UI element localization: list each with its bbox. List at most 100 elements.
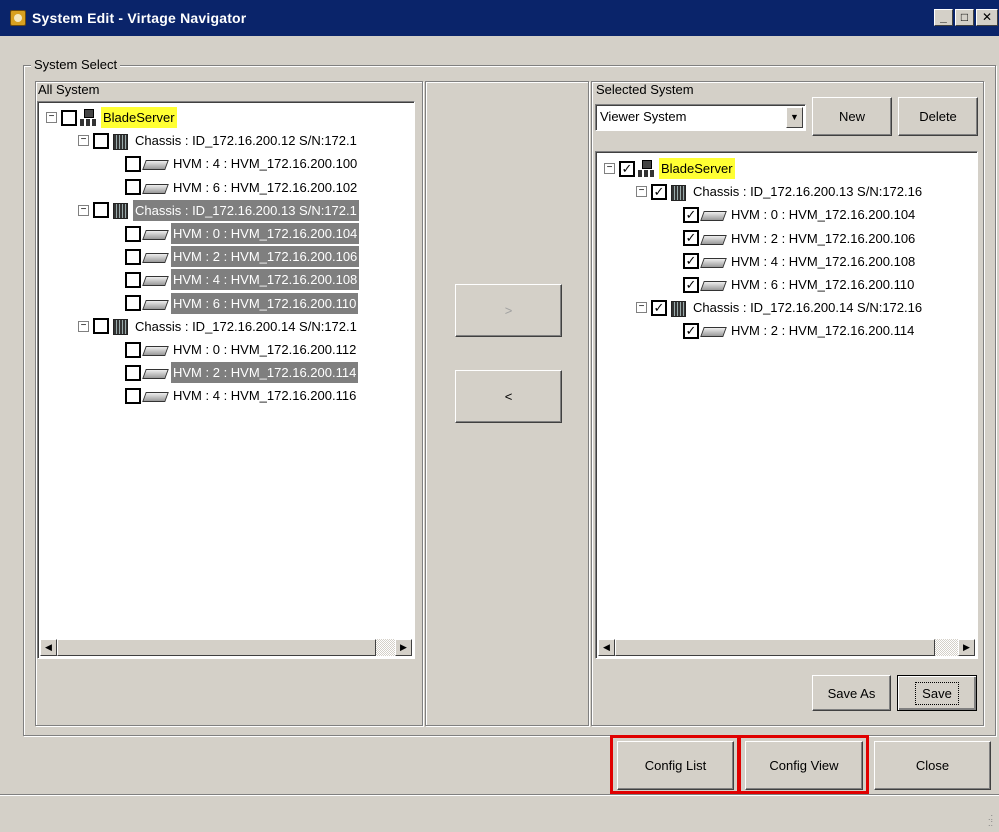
collapse-icon[interactable]: − [636,186,647,198]
tree-item[interactable]: − ✓ BladeServer [604,158,735,179]
tree-item[interactable]: ✓ HVM : 2 : HVM_172.16.200.106 [668,228,917,249]
blade-icon [143,273,167,286]
title-bar[interactable]: System Edit - Virtage Navigator [0,0,999,36]
dropdown-arrow-icon[interactable]: ▼ [786,107,803,128]
checkbox[interactable] [125,364,141,381]
system-combo[interactable]: Viewer System ▼ [595,104,806,131]
tree-item-label: Chassis : ID_172.16.200.12 S/N:172.1 [135,133,357,149]
all-system-tree[interactable]: − BladeServer − Chassis : ID_172.16.200.12 … [37,101,415,659]
scroll-left-icon[interactable]: ◀ [598,639,615,656]
blade-icon [143,227,167,240]
tree-item[interactable]: HVM : 2 : HVM_172.16.200.114 [110,362,359,384]
tree-item[interactable]: − Chassis : ID_172.16.200.13 S/N:172.1 [78,199,359,221]
tree-item-label: Chassis : ID_172.16.200.13 S/N:172.1 [133,199,359,221]
tree-item[interactable]: HVM : 6 : HVM_172.16.200.102 [110,177,359,198]
tree-item-label: Chassis : ID_172.16.200.13 S/N:172.16 [693,184,923,200]
network-icon [79,108,97,127]
save-button[interactable]: Save [897,675,977,711]
save-as-button[interactable]: Save As [812,675,891,711]
tree-item[interactable]: − ✓ Chassis : ID_172.16.200.14 S/N:172.16 [636,297,924,318]
delete-button[interactable]: Delete [898,97,978,136]
blade-icon [143,157,167,170]
collapse-icon[interactable]: − [636,302,647,314]
checkbox[interactable] [93,132,109,149]
system-select-label: System Select [31,57,121,72]
checkbox[interactable]: ✓ [683,206,699,223]
left-scroll-thumb[interactable] [57,639,376,656]
tree-item[interactable]: HVM : 4 : HVM_172.16.200.116 [110,385,358,406]
network-icon [637,159,655,178]
checkbox[interactable] [93,318,109,335]
tree-item-label: Chassis : ID_172.16.200.14 S/N:172.1 [135,318,357,334]
checkbox[interactable] [61,109,77,126]
tree-item-label: HVM : 6 : HVM_172.16.200.110 [731,277,915,292]
add-to-selected-button[interactable]: > [455,284,562,337]
tree-item[interactable]: HVM : 0 : HVM_172.16.200.104 [110,223,360,244]
tree-item[interactable]: ✓ HVM : 0 : HVM_172.16.200.104 [668,204,917,225]
resize-grip-icon[interactable]: .:.: [981,813,993,828]
right-horizontal-scrollbar[interactable]: ◀ ▶ [598,639,975,656]
close-button[interactable]: Close [874,741,991,790]
tree-item-label: HVM : 4 : HVM_172.16.200.100 [173,156,358,172]
tree-item[interactable]: − ✓ Chassis : ID_172.16.200.13 S/N:172.16 [636,181,924,202]
left-horizontal-scrollbar[interactable]: ◀ ▶ [40,639,412,656]
collapse-icon[interactable]: − [604,163,615,174]
scroll-left-icon[interactable]: ◀ [40,639,57,656]
tree-item[interactable]: − Chassis : ID_172.16.200.14 S/N:172.1 [78,316,359,337]
collapse-icon[interactable]: − [78,320,89,332]
checkbox[interactable] [93,202,109,219]
checkbox[interactable] [125,155,141,172]
blade-icon [143,181,167,194]
tree-item[interactable]: HVM : 4 : HVM_172.16.200.100 [110,153,359,174]
checkbox[interactable]: ✓ [619,160,635,177]
collapse-icon[interactable]: − [78,204,89,216]
tree-item[interactable]: ✓ HVM : 2 : HVM_172.16.200.114 [668,320,916,341]
checkbox[interactable]: ✓ [683,253,699,270]
blade-icon [701,255,725,268]
scroll-right-icon[interactable]: ▶ [958,639,975,656]
checkbox[interactable] [125,271,141,288]
scroll-right-icon[interactable]: ▶ [395,639,412,656]
tree-item[interactable]: − Chassis : ID_172.16.200.12 S/N:172.1 [78,130,359,151]
tree-item[interactable]: ✓ HVM : 4 : HVM_172.16.200.108 [668,251,917,272]
checkbox[interactable] [125,341,141,358]
tree-item-label: HVM : 2 : HVM_172.16.200.114 [731,323,915,339]
system-combo-value: Viewer System [600,109,687,124]
tree-item[interactable]: HVM : 6 : HVM_172.16.200.110 [110,292,359,314]
blade-icon [143,343,167,356]
tree-item[interactable]: HVM : 2 : HVM_172.16.200.106 [110,246,360,268]
tree-item-label: BladeServer [101,107,177,128]
checkbox[interactable]: ✓ [651,299,667,316]
selected-system-tree[interactable]: − ✓ BladeServer − ✓ Chassis : ID_172.16.200.1… [595,151,978,659]
right-scroll-thumb[interactable] [615,639,935,656]
collapse-icon[interactable]: − [46,112,57,123]
blade-icon [701,324,725,337]
checkbox[interactable] [125,179,141,196]
chassis-icon [669,300,687,317]
remove-from-selected-button[interactable]: < [455,370,562,423]
checkbox[interactable] [125,387,141,404]
tree-item-label: HVM : 4 : HVM_172.16.200.108 [171,269,360,291]
new-button[interactable]: New [812,97,892,136]
tree-item[interactable]: HVM : 4 : HVM_172.16.200.108 [110,269,360,291]
tree-item[interactable]: − BladeServer [46,107,177,128]
checkbox[interactable]: ✓ [683,322,699,339]
minimize-button[interactable]: _ [934,9,953,26]
checkbox[interactable] [125,225,141,242]
tree-item[interactable]: ✓ HVM : 6 : HVM_172.16.200.110 [668,274,916,295]
maximize-button[interactable]: □ [955,9,974,26]
checkbox[interactable] [125,248,141,265]
blade-icon [701,232,725,245]
annotation-highlight-config-view [738,735,869,794]
blade-icon [143,250,167,263]
checkbox[interactable]: ✓ [683,230,699,247]
close-window-button[interactable]: ✕ [976,9,998,26]
tree-item-label: HVM : 6 : HVM_172.16.200.110 [171,292,359,314]
collapse-icon[interactable]: − [78,135,89,147]
checkbox[interactable]: ✓ [651,183,667,200]
tree-item[interactable]: HVM : 0 : HVM_172.16.200.112 [110,339,358,360]
checkbox[interactable]: ✓ [683,276,699,293]
blade-icon [143,389,167,402]
checkbox[interactable] [125,295,141,312]
app-icon [10,10,26,26]
